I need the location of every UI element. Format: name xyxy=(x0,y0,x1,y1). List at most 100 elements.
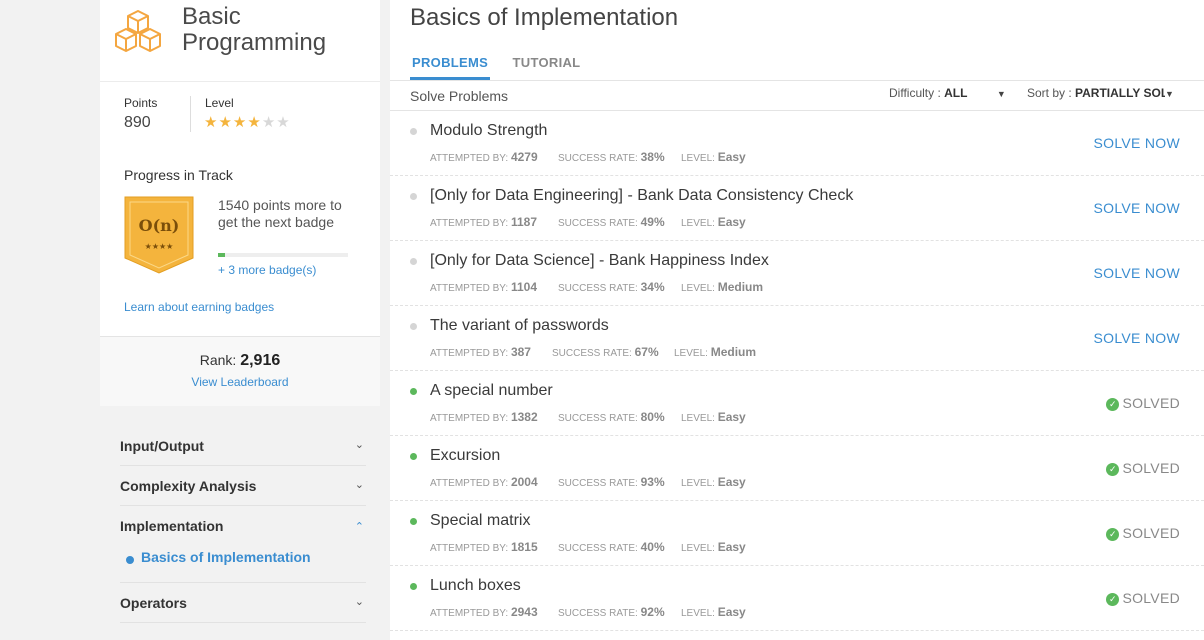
attempted-value: 1815 xyxy=(510,540,538,554)
track-stats: Points 890 Level ★★★★★★ Progress in Trac… xyxy=(100,82,380,336)
level-meta: LEVEL: Easy xyxy=(681,540,746,554)
nav-item-label: Input/Output xyxy=(120,438,204,454)
difficulty-filter[interactable]: Difficulty : ALL ▼ xyxy=(889,86,1006,100)
attempted-label: ATTEMPTED BY: xyxy=(430,413,509,424)
problem-row[interactable]: Lunch boxes ATTEMPTED BY: 2943 SUCCESS RAT… xyxy=(390,566,1204,631)
tab-tutorial[interactable]: TUTORIAL xyxy=(513,55,581,77)
sort-value: PARTIALLY SOL xyxy=(1075,86,1166,100)
status-dot-icon xyxy=(410,453,417,460)
topic-nav: Input/Output ⌄ Complexity Analysis ⌄ Imp… xyxy=(120,426,366,623)
problem-row[interactable]: The variant of passwords ATTEMPTED BY: 38… xyxy=(390,306,1204,371)
star-filled-icon: ★ xyxy=(218,114,233,131)
solve-now-button[interactable]: SOLVE NOW xyxy=(1094,200,1180,216)
problem-title[interactable]: A special number xyxy=(430,382,553,400)
difficulty-label: Difficulty : xyxy=(889,86,941,100)
rank-label: Rank: xyxy=(199,352,237,368)
rank-box: Rank: 2,916 View Leaderboard xyxy=(100,336,380,406)
solve-now-button[interactable]: SOLVE NOW xyxy=(1094,330,1180,346)
stats-divider xyxy=(190,96,191,132)
level-meta-label: LEVEL: xyxy=(681,608,715,619)
problem-row[interactable]: Excursion ATTEMPTED BY: 2004 SUCCESS RATE:… xyxy=(390,436,1204,501)
active-dot-icon xyxy=(126,556,134,564)
nav-item-implementation[interactable]: Implementation ⌃ xyxy=(120,506,366,546)
attempted-meta: ATTEMPTED BY: 1187 xyxy=(430,215,537,229)
attempted-value: 4279 xyxy=(510,150,538,164)
sort-filter[interactable]: Sort by : PARTIALLY SOL▼ xyxy=(1027,86,1174,100)
star-filled-icon: ★ xyxy=(247,114,262,131)
solve-problems-label: Solve Problems xyxy=(410,88,509,104)
check-icon: ✓ xyxy=(1106,398,1120,411)
attempted-value: 387 xyxy=(510,345,531,359)
success-value: 67% xyxy=(634,345,659,359)
level-meta: LEVEL: Easy xyxy=(681,215,746,229)
nav-item-operators[interactable]: Operators ⌄ xyxy=(120,583,366,623)
attempted-label: ATTEMPTED BY: xyxy=(430,348,509,359)
problem-title[interactable]: Modulo Strength xyxy=(430,122,547,140)
problem-row[interactable]: A special number ATTEMPTED BY: 1382 SUCCES… xyxy=(390,371,1204,436)
status-dot-icon xyxy=(410,193,417,200)
points-label: Points xyxy=(124,96,158,110)
success-meta: SUCCESS RATE: 80% xyxy=(558,410,665,424)
badge-progress-fill xyxy=(218,253,225,257)
star-filled-icon: ★ xyxy=(204,114,219,131)
problem-row[interactable]: Special matrix ATTEMPTED BY: 1815 SUCCESS … xyxy=(390,501,1204,566)
badge-label: O(n) xyxy=(139,216,180,235)
solve-now-button[interactable]: SOLVE NOW xyxy=(1094,265,1180,281)
level-meta-label: LEVEL: xyxy=(681,478,715,489)
nav-item-label: Implementation xyxy=(120,518,224,534)
success-label: SUCCESS RATE: xyxy=(558,413,638,424)
level-value: Easy xyxy=(717,605,746,619)
status-dot-icon xyxy=(410,583,417,590)
solved-badge: ✓ SOLVED xyxy=(1106,395,1180,411)
problem-title[interactable]: Excursion xyxy=(430,447,500,465)
level-value: Medium xyxy=(717,280,764,294)
filter-toolbar: Solve Problems Difficulty : ALL ▼ Sort b… xyxy=(390,80,1204,111)
level-meta-label: LEVEL: xyxy=(681,283,715,294)
nav-item-complexity-analysis[interactable]: Complexity Analysis ⌄ xyxy=(120,466,366,506)
problem-title[interactable]: Lunch boxes xyxy=(430,577,521,595)
attempted-meta: ATTEMPTED BY: 2004 xyxy=(430,475,538,489)
level-value: Easy xyxy=(717,540,746,554)
nav-sub-basics-of-implementation[interactable]: Basics of Implementation xyxy=(120,545,366,583)
success-meta: SUCCESS RATE: 67% xyxy=(552,345,659,359)
rank-value: 2,916 xyxy=(240,352,281,369)
nav-sub-label: Basics of Implementation xyxy=(141,549,311,565)
success-label: SUCCESS RATE: xyxy=(558,543,638,554)
learn-badges-link[interactable]: Learn about earning badges xyxy=(124,300,274,314)
success-meta: SUCCESS RATE: 38% xyxy=(558,150,665,164)
solve-now-button[interactable]: SOLVE NOW xyxy=(1094,135,1180,151)
problem-title[interactable]: Special matrix xyxy=(430,512,530,530)
level-meta: LEVEL: Easy xyxy=(681,410,746,424)
more-badges-link[interactable]: + 3 more badge(s) xyxy=(218,263,316,277)
attempted-meta: ATTEMPTED BY: 1815 xyxy=(430,540,538,554)
problem-row[interactable]: Modulo Strength ATTEMPTED BY: 4279 SUCCESS… xyxy=(390,111,1204,176)
solved-badge: ✓ SOLVED xyxy=(1106,525,1180,541)
success-meta: SUCCESS RATE: 49% xyxy=(558,215,665,229)
problem-row[interactable]: [Only for Data Science] - Bank Happiness… xyxy=(390,241,1204,306)
success-value: 49% xyxy=(640,215,665,229)
track-sidebar: Basic Programming Points 890 Level ★★★★★… xyxy=(100,0,380,623)
success-label: SUCCESS RATE: xyxy=(558,153,638,164)
attempted-meta: ATTEMPTED BY: 387 xyxy=(430,345,531,359)
view-leaderboard-link[interactable]: View Leaderboard xyxy=(100,375,380,389)
caret-down-icon: ▼ xyxy=(996,89,1006,99)
attempted-value: 2004 xyxy=(510,475,538,489)
level-value: Easy xyxy=(717,410,746,424)
problem-title[interactable]: The variant of passwords xyxy=(430,317,609,335)
problem-row[interactable]: [Only for Data Engineering] - Bank Data … xyxy=(390,176,1204,241)
track-title: Basic Programming xyxy=(182,4,326,56)
attempted-label: ATTEMPTED BY: xyxy=(430,218,509,229)
attempted-value: 1382 xyxy=(510,410,538,424)
problem-title[interactable]: [Only for Data Engineering] - Bank Data … xyxy=(430,187,853,205)
success-meta: SUCCESS RATE: 40% xyxy=(558,540,665,554)
level-value: Easy xyxy=(717,475,746,489)
problem-title[interactable]: [Only for Data Science] - Bank Happiness… xyxy=(430,252,769,270)
nav-item-input-output[interactable]: Input/Output ⌄ xyxy=(120,426,366,466)
attempted-label: ATTEMPTED BY: xyxy=(430,543,509,554)
tab-problems[interactable]: PROBLEMS xyxy=(410,55,491,80)
success-value: 92% xyxy=(640,605,665,619)
level-value: Medium xyxy=(710,345,757,359)
status-dot-icon xyxy=(410,323,417,330)
level-meta-label: LEVEL: xyxy=(681,218,715,229)
success-label: SUCCESS RATE: xyxy=(558,218,638,229)
